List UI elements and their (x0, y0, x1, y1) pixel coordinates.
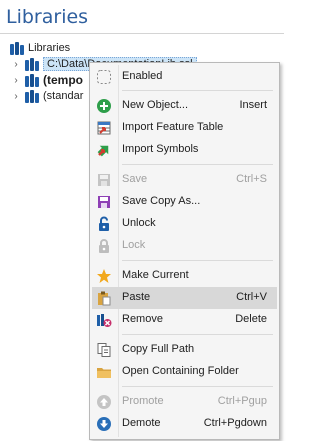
menu-item-copy-full-path[interactable]: Copy Full Path (92, 339, 277, 361)
menu-separator (122, 334, 273, 335)
import-symbols-icon (92, 139, 116, 161)
menu-item-label: Make Current (122, 269, 189, 281)
menu-separator (122, 164, 273, 165)
context-menu: Enabled New Object... Insert Import Feat… (89, 62, 280, 440)
chevron-right-icon[interactable]: › (11, 91, 21, 102)
panel-title: Libraries (6, 6, 89, 28)
menu-item-remove[interactable]: Remove Delete (92, 309, 277, 331)
menu-item-label: New Object... (122, 99, 189, 111)
menu-item-enabled[interactable]: Enabled (92, 66, 277, 88)
menu-item-shortcut: Ctrl+V (236, 291, 267, 303)
menu-item-label: Paste (122, 291, 151, 303)
arrow-down-circle-icon (92, 413, 116, 435)
remove-library-icon (92, 309, 116, 331)
library-icon (9, 41, 25, 55)
menu-item-label: Copy Full Path (122, 343, 195, 355)
import-table-icon (92, 117, 116, 139)
libraries-panel-header: Libraries (0, 0, 284, 34)
menu-item-label: Remove (122, 313, 163, 325)
tree-item-standard[interactable]: › (standar (11, 88, 83, 104)
menu-item-shortcut: Insert (239, 99, 267, 111)
menu-separator (122, 90, 273, 91)
menu-item-import-symbols[interactable]: Import Symbols (92, 139, 277, 161)
arrow-up-circle-icon (92, 391, 116, 413)
menu-item-unlock[interactable]: Unlock (92, 213, 277, 235)
menu-item-open-containing-folder[interactable]: Open Containing Folder (92, 361, 277, 383)
menu-item-import-feature-table[interactable]: Import Feature Table (92, 117, 277, 139)
chevron-right-icon[interactable]: › (11, 59, 21, 70)
menu-separator (122, 260, 273, 261)
paste-icon (92, 287, 116, 309)
menu-item-label: Enabled (122, 70, 163, 82)
library-icon (24, 73, 40, 87)
menu-item-label: Lock (122, 239, 146, 251)
menu-item-label: Save (122, 173, 148, 185)
menu-item-label: Open Containing Folder (122, 365, 239, 377)
menu-item-new-object[interactable]: New Object... Insert (92, 95, 277, 117)
menu-separator (122, 386, 273, 387)
save-copy-icon (92, 191, 116, 213)
chevron-right-icon[interactable]: › (11, 75, 21, 86)
tree-root-label: Libraries (28, 42, 71, 54)
menu-item-save[interactable]: Save Ctrl+S (92, 169, 277, 191)
menu-item-promote[interactable]: Promote Ctrl+Pgup (92, 391, 277, 413)
menu-item-save-copy-as[interactable]: Save Copy As... (92, 191, 277, 213)
lock-icon (92, 235, 116, 257)
star-icon (92, 265, 116, 287)
menu-item-label: Promote (122, 395, 164, 407)
menu-item-label: Import Feature Table (122, 121, 224, 133)
save-icon (92, 169, 116, 191)
menu-item-shortcut: Ctrl+Pgdown (203, 417, 267, 429)
menu-item-lock[interactable]: Lock (92, 235, 277, 257)
menu-item-shortcut: Ctrl+Pgup (217, 395, 267, 407)
add-icon (92, 95, 116, 117)
menu-item-label: Unlock (122, 217, 156, 229)
menu-item-label: Demote (122, 417, 161, 429)
menu-item-make-current[interactable]: Make Current (92, 265, 277, 287)
enabled-checkbox-icon (92, 66, 116, 88)
unlock-icon (92, 213, 116, 235)
menu-item-label: Save Copy As... (122, 195, 201, 207)
menu-item-label: Import Symbols (122, 143, 199, 155)
tree-item-label: (tempo (43, 73, 83, 87)
tree-item-temporary[interactable]: › (tempo (11, 72, 83, 88)
copy-icon (92, 339, 116, 361)
library-icon (24, 57, 40, 71)
menu-item-shortcut: Delete (235, 313, 267, 325)
tree-root[interactable]: Libraries (9, 40, 70, 56)
menu-item-shortcut: Ctrl+S (236, 173, 267, 185)
tree-item-label: (standar (43, 90, 84, 102)
library-icon (24, 89, 40, 103)
menu-item-demote[interactable]: Demote Ctrl+Pgdown (92, 413, 277, 435)
folder-icon (92, 361, 116, 383)
menu-item-paste[interactable]: Paste Ctrl+V (92, 287, 277, 309)
